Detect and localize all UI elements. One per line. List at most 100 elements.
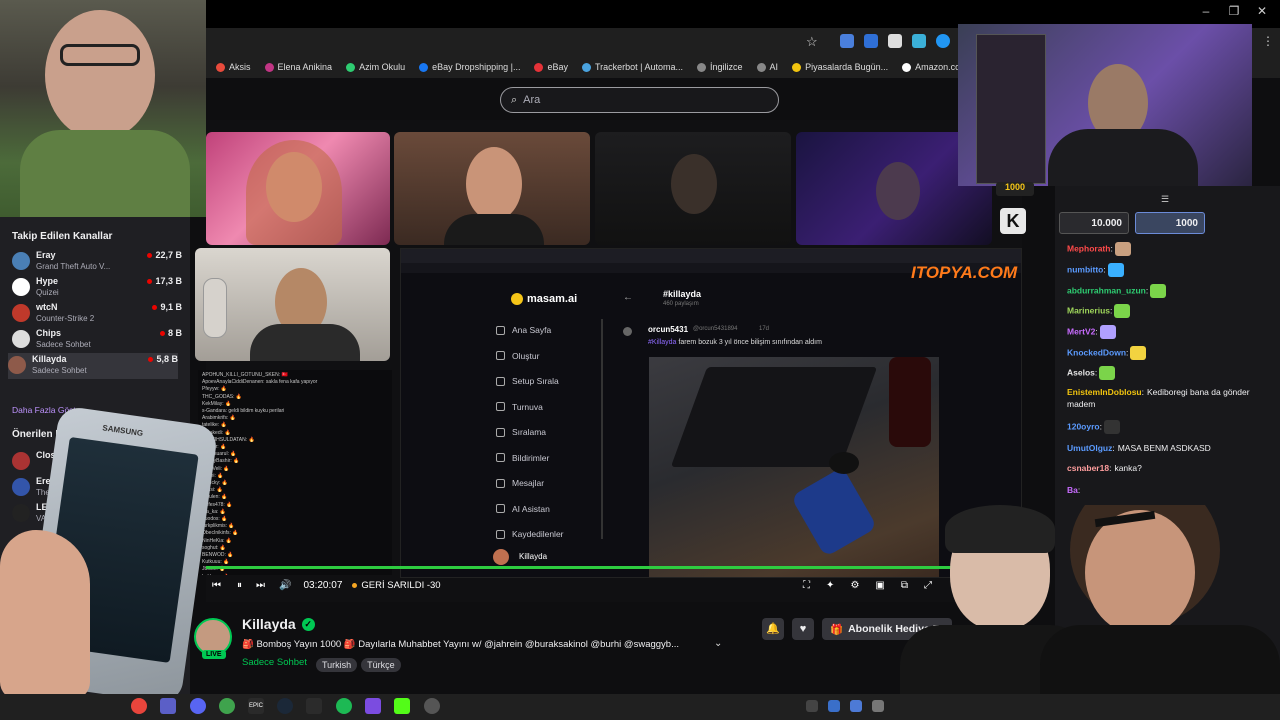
bookmark-item[interactable]: Piyasalarda Bugün...: [792, 62, 888, 72]
terminal-icon[interactable]: [306, 698, 322, 714]
tags-row: Turkish Türkçe: [316, 655, 405, 673]
stream-tag[interactable]: Türkçe: [361, 658, 401, 672]
forward-icon[interactable]: ⏭: [256, 580, 265, 591]
sparkle-icon[interactable]: ✦: [826, 580, 834, 591]
steam-icon[interactable]: [277, 698, 293, 714]
channel-name: Chips: [36, 328, 62, 338]
extension-icon[interactable]: [912, 34, 926, 48]
screen-nav-item[interactable]: Turnuva: [496, 402, 543, 412]
sidebar-channel-item[interactable]: Killayda Sadece Sohbet 5,8 B: [8, 353, 178, 379]
volume-icon[interactable]: 🔊: [279, 580, 291, 591]
teams-icon[interactable]: [160, 698, 176, 714]
chat-colon: :: [1095, 326, 1098, 337]
sidebar-channel-item[interactable]: Hype Quizei 17,3 B: [12, 275, 182, 301]
extension-icon[interactable]: [840, 34, 854, 48]
screen-nav-item[interactable]: Setup Sırala: [496, 376, 559, 386]
hand-shape: [0, 530, 90, 700]
chat-username[interactable]: KnockedDown: [1067, 347, 1126, 357]
rewind-icon[interactable]: ⏮: [212, 580, 221, 591]
chat-menu-icon[interactable]: ☰: [1161, 194, 1169, 205]
bookmark-star-icon[interactable]: ☆: [806, 34, 818, 50]
chat-username[interactable]: Mephorath: [1067, 243, 1110, 253]
sidebar-channel-item[interactable]: Eray Grand Theft Auto V... 22,7 B: [12, 249, 182, 275]
channel-name: Killayda: [32, 354, 67, 364]
menu-icon[interactable]: ⋮: [1262, 34, 1274, 48]
bookmark-item[interactable]: AI: [756, 62, 778, 72]
guest-webcam: [206, 132, 390, 245]
pause-icon[interactable]: ⏸: [237, 580, 242, 591]
stream-tag[interactable]: Turkish: [316, 658, 358, 672]
post-tag[interactable]: #Killayda: [648, 339, 676, 346]
epic-games-icon[interactable]: EPIC: [248, 698, 264, 714]
extension-icon[interactable]: [888, 34, 902, 48]
discord-icon[interactable]: [190, 698, 206, 714]
sidebar-channel-item[interactable]: Chips Sadece Sohbet 8 B: [12, 327, 182, 353]
sidebar-channel-item[interactable]: wtcN Counter-Strike 2 9,1 B: [12, 301, 182, 327]
bookmark-item[interactable]: Trackerbot | Automa...: [581, 62, 683, 72]
chat-username[interactable]: Ba: [1067, 485, 1078, 495]
chat-emote-icon: [1103, 420, 1120, 434]
screen-nav-item[interactable]: Bildirimler: [496, 453, 549, 463]
obs-icon[interactable]: [424, 698, 440, 714]
post-handle: @orcun5431894: [693, 326, 738, 332]
screen-nav-item[interactable]: Kaydedilenler: [496, 529, 564, 539]
spotify-icon[interactable]: [336, 698, 352, 714]
search-input[interactable]: Ara: [523, 94, 540, 106]
chat-username[interactable]: UmutOlguz: [1067, 443, 1112, 453]
xbox-icon[interactable]: [219, 698, 235, 714]
screen-nav-item[interactable]: AI Asistan: [496, 504, 550, 514]
theatre-icon[interactable]: ▣: [875, 580, 884, 591]
channel-category: Grand Theft Auto V...: [36, 262, 111, 271]
nav-label: Sıralama: [512, 427, 547, 437]
minimize-icon[interactable]: –: [1196, 4, 1216, 18]
cup-shape: [790, 466, 878, 558]
channel-name[interactable]: Killayda: [242, 616, 296, 632]
settings-icon[interactable]: ⚙: [850, 580, 859, 591]
chat-username[interactable]: numbitto: [1067, 264, 1103, 274]
screen-nav-item[interactable]: Mesajlar: [496, 478, 544, 488]
chat-username[interactable]: 120oyro: [1067, 421, 1100, 431]
screen-nav-item[interactable]: Sıralama: [496, 427, 546, 437]
bookmark-favicon-icon: [581, 62, 591, 72]
bookmark-item[interactable]: Azim Okulu: [346, 62, 405, 72]
tray-icon[interactable]: [872, 700, 884, 712]
chat-message: Mephorath:: [1067, 242, 1272, 256]
tray-icon[interactable]: [850, 700, 862, 712]
extension-icon[interactable]: [864, 34, 878, 48]
bookmark-item[interactable]: Elena Anikina: [264, 62, 332, 72]
app-grid-icon[interactable]: [365, 698, 381, 714]
bookmark-item[interactable]: eBay Dropshipping |...: [419, 62, 520, 72]
nav-icon: [496, 453, 505, 462]
tray-discord-icon[interactable]: [806, 700, 818, 712]
nav-label: Bildirimler: [512, 452, 550, 463]
screen-nav-item[interactable]: Oluştur: [496, 351, 539, 361]
back-arrow-icon[interactable]: ←: [623, 292, 633, 303]
clip-icon[interactable]: ⛶: [803, 580, 810, 591]
stream-category[interactable]: Sadece Sohbet: [242, 657, 307, 668]
kick-app-icon[interactable]: [394, 698, 410, 714]
bookmark-item[interactable]: İngilizce: [697, 62, 743, 72]
chat-message: Aselos:: [1067, 366, 1272, 380]
search-box[interactable]: ⌕ Ara: [500, 87, 779, 113]
chrome-icon[interactable]: [131, 698, 147, 714]
screen-nav-item[interactable]: Ana Sayfa: [496, 325, 551, 335]
watermark-logo: ITOPYA.COM: [911, 263, 1018, 282]
expand-chevron-icon[interactable]: ⌄: [714, 638, 722, 649]
bookmark-item[interactable]: eBay: [534, 62, 568, 72]
chat-emote-icon: [1099, 366, 1116, 380]
chat-username[interactable]: Marinerius: [1067, 305, 1110, 315]
nav-icon: [496, 376, 505, 386]
chat-username[interactable]: MertV2: [1067, 326, 1095, 336]
maximize-icon[interactable]: ❐: [1224, 4, 1244, 18]
close-icon[interactable]: ✕: [1252, 4, 1272, 18]
bookmark-item[interactable]: Aksis: [216, 62, 251, 72]
chat-username[interactable]: csnaber18: [1067, 463, 1109, 473]
extension-icon[interactable]: [936, 34, 950, 48]
chat-username[interactable]: abdurrahman_uzun: [1067, 285, 1146, 295]
sub-badge[interactable]: 1000: [1135, 212, 1205, 234]
chat-username[interactable]: Aselos: [1067, 367, 1095, 377]
tray-icon[interactable]: [828, 700, 840, 712]
channel-category: Quizei: [36, 288, 59, 297]
chat-username[interactable]: EnistemInDoblosu: [1067, 387, 1142, 397]
bits-badge[interactable]: 10.000: [1059, 212, 1129, 234]
